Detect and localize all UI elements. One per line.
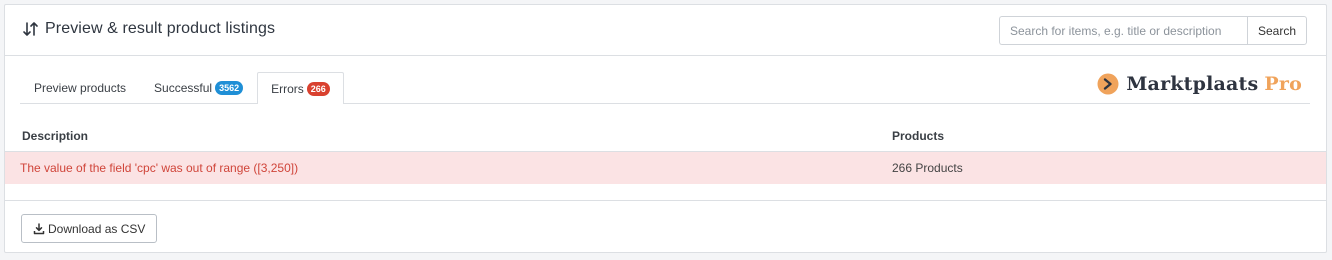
search-group: Search xyxy=(998,16,1307,45)
tab-label: Errors xyxy=(271,81,304,96)
page-title: Preview & result product listings xyxy=(45,20,276,37)
successful-count-badge: 3562 xyxy=(215,81,244,95)
download-button-label: Download as CSV xyxy=(48,221,146,236)
logo-suffix: Pro xyxy=(1264,73,1302,95)
download-csv-button[interactable]: Download as CSV xyxy=(21,214,158,243)
sort-arrows-icon xyxy=(23,22,38,36)
tab-errors[interactable]: Errors 266 xyxy=(257,72,344,104)
table-header-row: Description Products xyxy=(5,121,1326,152)
search-button[interactable]: Search xyxy=(1246,16,1307,45)
results-panel: Preview & result product listings Search… xyxy=(4,4,1327,253)
errors-count-badge: 266 xyxy=(306,81,330,96)
product-count: 266 Products xyxy=(892,161,963,175)
tab-preview-products[interactable]: Preview products xyxy=(20,72,140,103)
download-icon xyxy=(33,222,45,234)
marktplaats-pro-logo: Marktplaats Pro xyxy=(1097,73,1302,95)
logo-name: Marktplaats xyxy=(1126,73,1259,95)
panel-header: Preview & result product listings Search xyxy=(5,5,1326,56)
search-input[interactable] xyxy=(998,16,1247,45)
column-header-products: Products xyxy=(892,129,945,143)
marktplaats-logo-icon xyxy=(1097,73,1119,95)
error-description: The value of the field 'cpc' was out of … xyxy=(20,161,299,175)
page-title-wrap: Preview & result product listings xyxy=(22,20,275,38)
panel-footer: Download as CSV xyxy=(5,200,1326,253)
tab-label: Preview products xyxy=(34,81,127,95)
tab-label: Successful xyxy=(154,81,213,95)
column-header-description: Description xyxy=(22,129,89,143)
table-row: The value of the field 'cpc' was out of … xyxy=(5,152,1326,184)
tab-successful[interactable]: Successful 3562 xyxy=(140,72,257,103)
